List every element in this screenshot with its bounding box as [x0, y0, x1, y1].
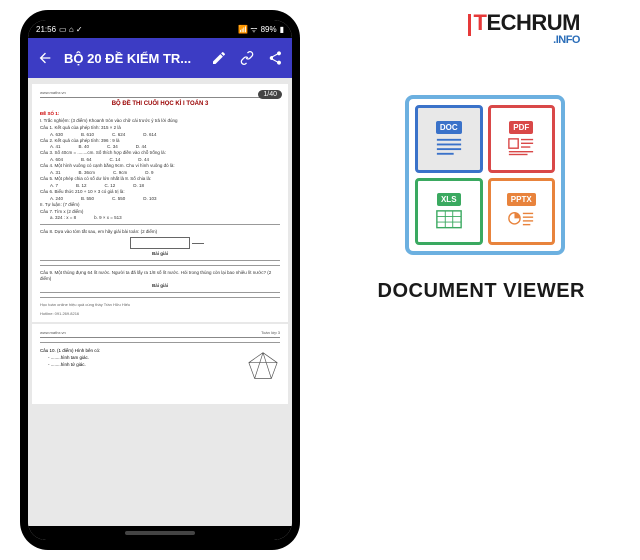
- status-bar: 21:56 ▭ ⌂ ✓ 📶 ᯤ 89% ▮: [28, 20, 292, 38]
- question-6-options: A. 240B. 550C. 550D. 103: [40, 196, 280, 201]
- solution-label-2: Bài giải: [40, 283, 280, 288]
- pentagon-shape: [246, 351, 280, 381]
- question-7: Câu 7. Tìm x (2 điểm): [40, 209, 280, 215]
- appbar-title: BỘ 20 ĐỀ KIỂM TR...: [64, 51, 200, 66]
- techrum-logo: TECHRUM .INFO: [468, 10, 580, 46]
- doc-title: BỘ ĐỀ THI CUỐI HỌC KÌ I TOÁN 3: [40, 101, 280, 107]
- phone-frame: 21:56 ▭ ⌂ ✓ 📶 ᯤ 89% ▮ BỘ 20 ĐỀ KIỂM TR..…: [20, 10, 300, 550]
- document-page-1: 1/40 www.mathx.vn Toán lớp 3 BỘ ĐỀ THI C…: [32, 84, 288, 322]
- status-time: 21:56: [36, 25, 56, 34]
- question-9: Câu 9. Một thùng đựng 64 lít nước. Người…: [40, 270, 280, 282]
- doc-source-p2: www.mathx.vn: [40, 330, 66, 335]
- doc-footer-1: Học toán online hiệu quả cùng thầy Trần …: [40, 302, 280, 307]
- solution-label-1: Bài giải: [40, 251, 280, 256]
- page-counter: 1/40: [258, 90, 282, 99]
- question-4: Câu 4. Một hình vuông có cạnh bằng 9cm. …: [40, 163, 280, 169]
- android-nav-bar[interactable]: [28, 526, 292, 540]
- pptx-format-icon: PPTX: [488, 178, 556, 246]
- question-3-options: A. 604B. 64C. 14D. 44: [40, 157, 280, 162]
- battery-percent: 89%: [261, 25, 277, 34]
- question-10a: - ........hình tam giác.: [40, 355, 238, 361]
- share-button[interactable]: [266, 49, 284, 67]
- question-10b: - ........hình tứ giác.: [40, 362, 238, 368]
- doc-source: www.mathx.vn: [40, 90, 66, 95]
- wifi-icon: 📶 ᯤ: [238, 24, 258, 35]
- question-10: Câu 10. (1 điểm) Hình bên có:: [40, 348, 238, 354]
- back-button[interactable]: [36, 49, 54, 67]
- question-8: Câu 8. Dựa vào tóm tắt sau, em hãy giải …: [40, 229, 280, 235]
- question-1: Câu 1. Kết quả của phép tính: 315 × 2 là: [40, 125, 280, 131]
- app-bar: BỘ 20 ĐỀ KIỂM TR...: [28, 38, 292, 78]
- section-tuluan: II. Tự luận: (7 điểm): [40, 202, 280, 208]
- battery-icon: ▮: [280, 25, 284, 34]
- question-5-options: A. 7B. 12C. 12D. 18: [40, 183, 280, 188]
- app-icon: DOC PDF XLS PPTX: [405, 95, 565, 255]
- question-1-options: A. 630B. 610C. 624D. 614: [40, 132, 280, 137]
- doc-format-icon: DOC: [415, 105, 483, 173]
- link-button[interactable]: [238, 49, 256, 67]
- app-name-label: DOCUMENT VIEWER: [378, 280, 586, 303]
- question-8-diagram: [130, 237, 190, 249]
- question-5: Câu 5. Một phép chia có số dư lớn nhất l…: [40, 176, 280, 182]
- phone-screen: 21:56 ▭ ⌂ ✓ 📶 ᯤ 89% ▮ BỘ 20 ĐỀ KIỂM TR..…: [28, 20, 292, 540]
- document-viewport[interactable]: 1/40 www.mathx.vn Toán lớp 3 BỘ ĐỀ THI C…: [28, 78, 292, 526]
- doc-footer-2: Hotline: 091.269.8216: [40, 311, 280, 316]
- document-page-2: www.mathx.vn Toán lớp 3 Câu 10. (1 điểm)…: [32, 324, 288, 404]
- status-notif-icons: ▭ ⌂ ✓: [59, 25, 83, 34]
- pdf-format-icon: PDF: [488, 105, 556, 173]
- exam-number: ĐỀ SỐ 1:: [40, 111, 280, 117]
- doc-subject-p2: Toán lớp 3: [261, 330, 280, 335]
- question-3: Câu 3. Số 40cm = ........cm. Số thích hợ…: [40, 150, 280, 156]
- question-7-parts: a. 324 : x = 8b. 9 × x = 513: [40, 215, 280, 220]
- question-6: Câu 6. Biểu thức 210 + 10 × 3 có giá trị…: [40, 189, 280, 195]
- section-tracnghiem: I. Trắc nghiệm: (3 điểm) Khoanh tròn vào…: [40, 118, 280, 124]
- question-2: Câu 2. Kết quả của phép tính: 396 : 9 là: [40, 138, 280, 144]
- question-2-options: A. 41B. 40C. 34D. 44: [40, 144, 280, 149]
- xls-format-icon: XLS: [415, 178, 483, 246]
- question-4-options: A. 31B. 36cmC. 9cmD. 9: [40, 170, 280, 175]
- edit-button[interactable]: [210, 49, 228, 67]
